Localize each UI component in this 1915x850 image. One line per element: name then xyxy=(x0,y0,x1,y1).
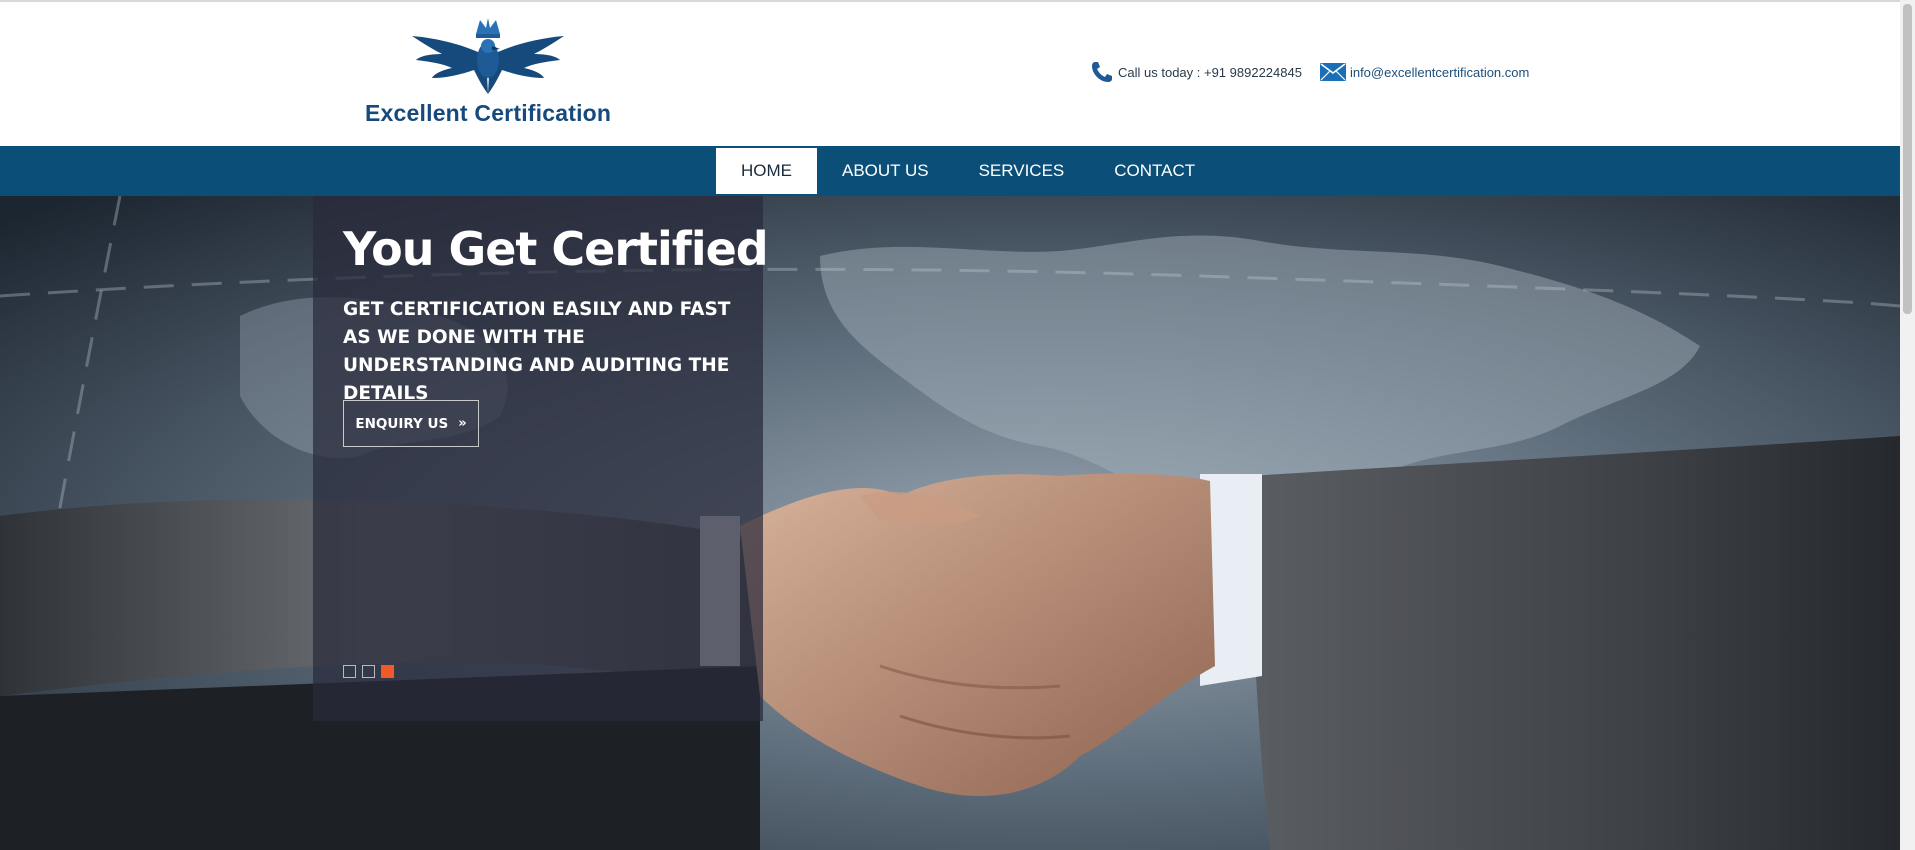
scrollbar-thumb[interactable] xyxy=(1903,4,1912,314)
nav-item-contact[interactable]: CONTACT xyxy=(1089,148,1220,194)
nav-item-services[interactable]: SERVICES xyxy=(954,148,1090,194)
phone-icon xyxy=(1092,62,1112,82)
logo-text: Excellent Certification xyxy=(365,100,612,126)
phone-text: Call us today : +91 9892224845 xyxy=(1118,64,1302,80)
mail-icon xyxy=(1319,63,1346,81)
contact-info: Call us today : +91 9892224845 info@exce… xyxy=(1090,58,1529,86)
handshake-background-image xyxy=(0,196,1900,850)
email-link[interactable]: info@excellentcertification.com xyxy=(1350,65,1529,80)
nav-item-about-us[interactable]: ABOUT US xyxy=(817,148,954,194)
slider-dots xyxy=(343,665,400,678)
hero-slider: You Get Certified GET CERTIFICATION EASI… xyxy=(0,196,1900,850)
nav-item-home[interactable]: HOME xyxy=(716,148,817,194)
enquiry-button[interactable]: ENQUIRY US » xyxy=(343,400,479,447)
vertical-scrollbar[interactable] xyxy=(1900,0,1915,850)
enquiry-button-label: ENQUIRY US xyxy=(355,415,449,432)
email-contact[interactable]: info@excellentcertification.com xyxy=(1319,63,1529,81)
double-chevron-right-icon: » xyxy=(458,416,467,431)
hero-title: You Get Certified xyxy=(343,222,769,276)
slider-dot-1[interactable] xyxy=(343,665,356,678)
hero-caption-panel: You Get Certified GET CERTIFICATION EASI… xyxy=(313,196,769,721)
hero-subtitle: GET CERTIFICATION EASILY AND FAST AS WE … xyxy=(343,299,731,404)
slider-dot-2[interactable] xyxy=(362,665,375,678)
nav-list: HOME ABOUT US SERVICES CONTACT xyxy=(716,148,1220,194)
site-logo[interactable]: Excellent Certification xyxy=(360,16,620,131)
eagle-crown-logo-icon xyxy=(412,18,564,94)
site-header: Excellent Certification Call us today : … xyxy=(0,2,1900,146)
main-nav: HOME ABOUT US SERVICES CONTACT xyxy=(0,146,1900,196)
slider-dot-3[interactable] xyxy=(381,665,394,678)
page: Excellent Certification Call us today : … xyxy=(0,0,1900,850)
phone-contact[interactable]: Call us today : +91 9892224845 xyxy=(1090,60,1302,84)
